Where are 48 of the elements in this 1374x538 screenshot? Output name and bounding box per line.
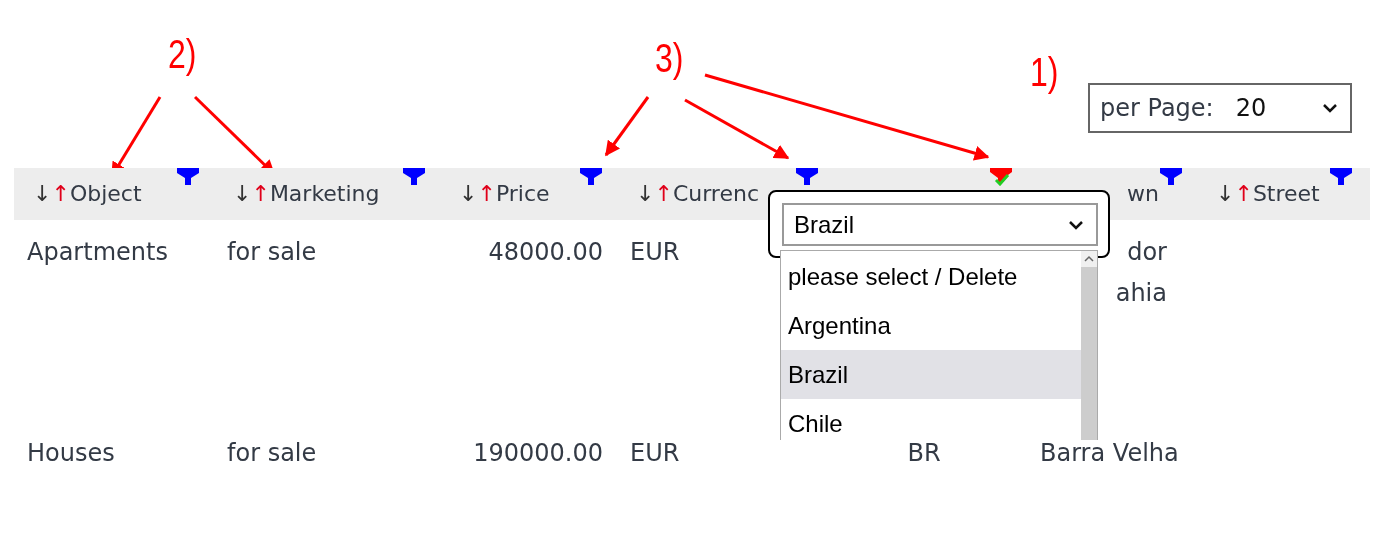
table-cell: BR [907, 439, 941, 467]
filter-icon[interactable] [403, 168, 425, 186]
dropdown-option[interactable]: Brazil [781, 350, 1081, 399]
dropdown-option[interactable]: Chile [781, 399, 1081, 440]
sort-up-icon[interactable]: ↑ [477, 181, 496, 206]
column-header: Marketing [269, 181, 380, 206]
sort-down-icon[interactable]: ↓ [33, 181, 52, 206]
table-cell: Apartments [27, 238, 168, 266]
table-cell: 48000.00 [488, 238, 603, 266]
table-cell: Barra Velha [1040, 439, 1179, 467]
filter-icon[interactable] [1160, 168, 1182, 186]
annotation-label: 3) [655, 38, 684, 78]
column-header: Street [1252, 181, 1320, 206]
sort-down-icon[interactable]: ↓ [459, 181, 478, 206]
country-select[interactable]: Brazil [782, 203, 1098, 246]
filter-active-icon[interactable] [990, 168, 1012, 186]
column-header: wn [1127, 181, 1159, 206]
sort-up-icon[interactable]: ↑ [1234, 181, 1253, 206]
table-cell: for sale [227, 238, 317, 266]
sort-up-icon[interactable]: ↑ [654, 181, 673, 206]
per-page-select[interactable]: per Page: 20 [1088, 83, 1352, 133]
column-header: Price [495, 181, 550, 206]
sort-down-icon[interactable]: ↓ [1216, 181, 1235, 206]
annotation-label: 1) [1030, 52, 1059, 92]
table-cell: Houses [27, 439, 115, 467]
column-header: Object [69, 181, 142, 206]
annotation-label: 2) [168, 34, 197, 74]
table-cell: 190000.00 [473, 439, 603, 467]
dropdown-option[interactable]: please select / Delete [781, 252, 1081, 301]
chevron-down-icon [1322, 103, 1338, 113]
column-header: Currenc [672, 181, 759, 206]
scroll-up-icon[interactable] [1081, 251, 1097, 267]
dropdown-option[interactable]: Argentina [781, 301, 1081, 350]
filter-icon[interactable] [796, 168, 818, 186]
chevron-down-icon [1068, 219, 1084, 230]
filter-icon[interactable] [1330, 168, 1352, 186]
filter-icon[interactable] [580, 168, 602, 186]
sort-up-icon[interactable]: ↑ [251, 181, 270, 206]
sort-down-icon[interactable]: ↓ [636, 181, 655, 206]
scrollbar[interactable] [1081, 251, 1097, 440]
table-cell: for sale [227, 439, 317, 467]
table-cell: dor ahia [1115, 238, 1167, 307]
filter-icon[interactable] [177, 168, 199, 186]
table-cell: EUR [630, 439, 680, 467]
sort-down-icon[interactable]: ↓ [233, 181, 252, 206]
annotation-arrow [604, 96, 650, 157]
sort-up-icon[interactable]: ↑ [51, 181, 70, 206]
table-cell: EUR [630, 238, 680, 266]
